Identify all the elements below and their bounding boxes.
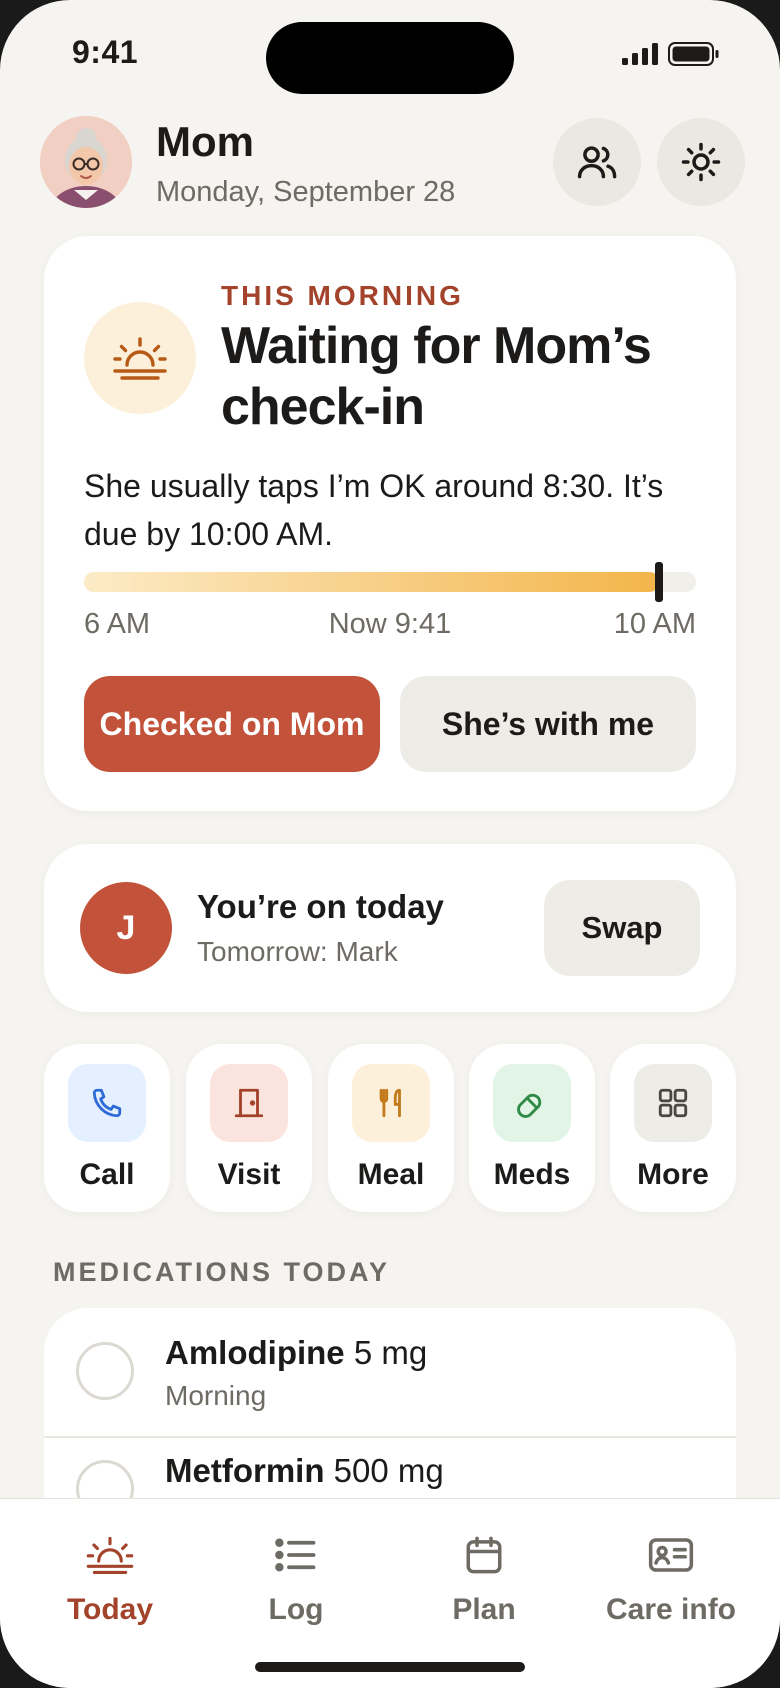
- quick-action-label: Visit: [217, 1158, 281, 1191]
- tab-label: Care info: [605, 1593, 737, 1626]
- medications-section-title: MEDICATIONS TODAY: [53, 1257, 391, 1287]
- medication-name: Metformin 500 mg: [165, 1452, 444, 1490]
- calendar-icon: [466, 1536, 502, 1574]
- door-icon: [234, 1088, 264, 1118]
- utensils-icon: [379, 1088, 401, 1118]
- care-recipient-name: Mom: [156, 118, 254, 165]
- medication-row[interactable]: Amlodipine 5 mg Morning: [44, 1308, 736, 1438]
- checkin-title: Waiting for Mom’s check-in: [221, 317, 652, 436]
- grandmother-avatar-icon: [40, 116, 132, 208]
- tab-label: Plan: [452, 1593, 516, 1626]
- medication-dose: 5 mg: [353, 1334, 428, 1371]
- caregiver-avatar: J: [80, 882, 172, 974]
- quick-action-label: Meal: [357, 1158, 425, 1191]
- quick-action-meds[interactable]: Meds: [469, 1044, 595, 1212]
- medication-drug: Amlodipine: [165, 1334, 345, 1371]
- sunrise-icon: [86, 1536, 134, 1574]
- status-icons: [622, 42, 720, 66]
- dynamic-island: [266, 22, 514, 94]
- sun-settings-icon: [681, 142, 721, 182]
- tab-log[interactable]: Log: [201, 1527, 391, 1627]
- duty-card: J You’re on today Tomorrow: Mark Swap: [44, 844, 736, 1012]
- sunrise-icon: [113, 337, 167, 380]
- checkin-description: She usually taps I’m OK around 8:30. It’…: [84, 468, 664, 552]
- home-indicator[interactable]: [255, 1662, 525, 1672]
- avatar[interactable]: [40, 116, 132, 208]
- tab-label: Log: [268, 1593, 324, 1626]
- tab-plan[interactable]: Plan: [389, 1527, 579, 1627]
- grid-icon: [658, 1088, 688, 1118]
- now-marker: [655, 562, 664, 602]
- medication-drug: Metformin: [165, 1452, 325, 1489]
- progress-end-label: 10 AM: [613, 608, 696, 640]
- medication-time: Morning: [165, 1380, 267, 1411]
- family-button[interactable]: [553, 118, 641, 206]
- medication-checkbox[interactable]: [76, 1342, 134, 1400]
- quick-action-visit[interactable]: Visit: [186, 1044, 312, 1212]
- checked-on-mom-button[interactable]: Checked on Mom: [84, 676, 380, 772]
- tab-bar: Today Log Plan Care info: [0, 1498, 780, 1688]
- visit-icon-badge: [210, 1064, 288, 1142]
- checkin-card: THIS MORNING Waiting for Mom’s check-in …: [44, 236, 736, 811]
- swap-button[interactable]: Swap: [544, 880, 700, 976]
- medication-dose: 500 mg: [333, 1452, 444, 1489]
- tab-today[interactable]: Today: [15, 1527, 205, 1627]
- quick-action-label: More: [637, 1158, 709, 1191]
- status-bar: 9:41: [0, 0, 780, 110]
- people-icon: [577, 146, 617, 179]
- quick-action-more[interactable]: More: [610, 1044, 736, 1212]
- quick-action-meal[interactable]: Meal: [328, 1044, 454, 1212]
- more-icon-badge: [634, 1064, 712, 1142]
- sunrise-badge: [84, 302, 196, 414]
- header-date: Monday, September 28: [156, 176, 456, 208]
- settings-button[interactable]: [657, 118, 745, 206]
- quick-action-label: Call: [79, 1158, 135, 1191]
- signal-icon: [622, 43, 658, 65]
- duty-subtitle: Tomorrow: Mark: [197, 936, 398, 967]
- header: Mom Monday, September 28: [40, 114, 752, 210]
- tab-label: Today: [66, 1593, 154, 1626]
- pill-icon: [517, 1093, 542, 1118]
- duty-title: You’re on today: [197, 888, 444, 925]
- phone-screen: 9:41 Mom Monday, September 28 THIS MORNI…: [0, 0, 780, 1688]
- tab-care-info[interactable]: Care info: [576, 1527, 766, 1627]
- quick-action-call[interactable]: Call: [44, 1044, 170, 1212]
- shes-with-me-button[interactable]: She’s with me: [400, 676, 696, 772]
- checkin-progress-track: [84, 562, 696, 602]
- medication-name: Amlodipine 5 mg: [165, 1334, 427, 1372]
- id-card-icon: [648, 1538, 694, 1572]
- checkin-eyebrow: THIS MORNING: [221, 280, 464, 311]
- meds-icon-badge: [493, 1064, 571, 1142]
- quick-action-label: Meds: [493, 1158, 571, 1191]
- meal-icon-badge: [352, 1064, 430, 1142]
- checkin-progress-fill: [84, 572, 660, 592]
- call-icon-badge: [68, 1064, 146, 1142]
- battery-icon: [668, 42, 719, 66]
- list-icon: [275, 1538, 316, 1572]
- phone-icon: [92, 1088, 122, 1118]
- status-time: 9:41: [72, 34, 139, 70]
